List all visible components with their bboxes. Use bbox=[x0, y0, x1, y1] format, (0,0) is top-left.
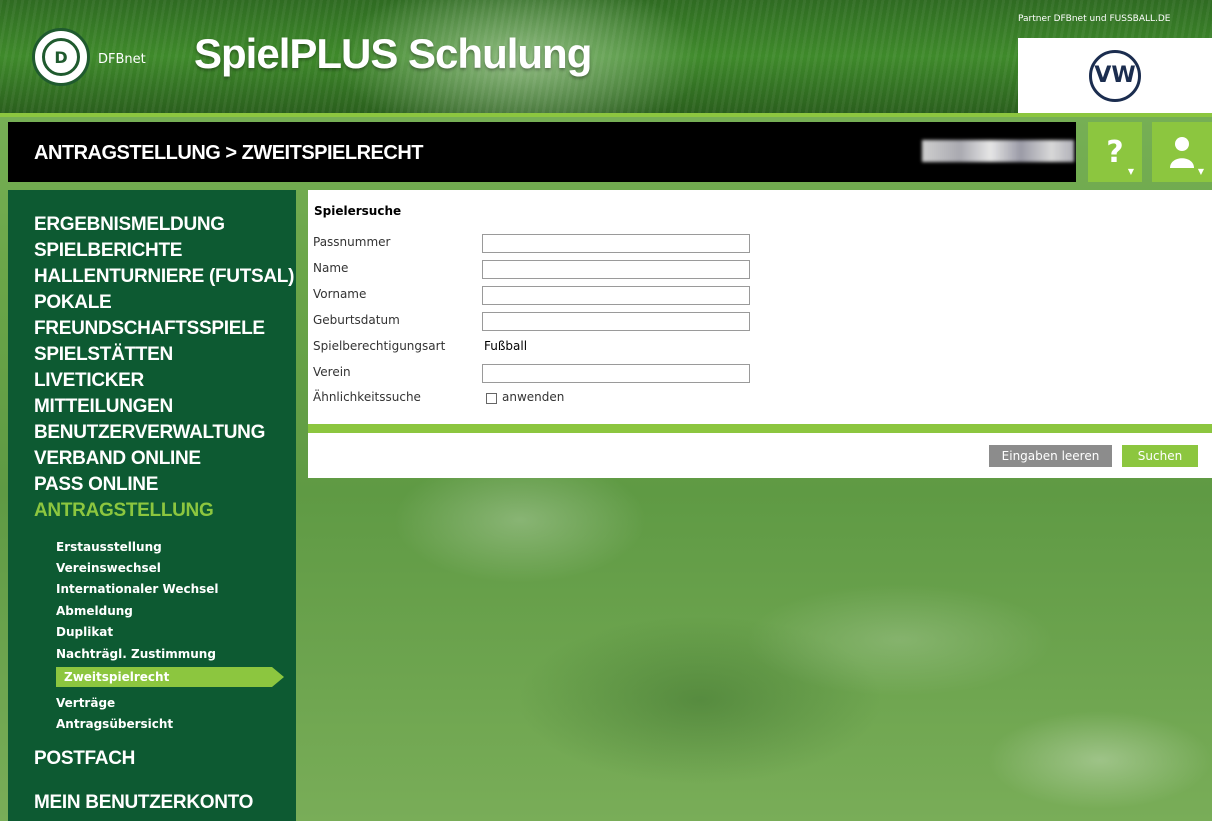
breadcrumb: ANTRAGSTELLUNG > ZWEITSPIELRECHT bbox=[34, 142, 424, 164]
sidebar-item-postfach[interactable]: POSTFACH bbox=[34, 748, 135, 770]
subnav-item-vereinswechsel[interactable]: Vereinswechsel bbox=[56, 561, 161, 575]
vorname-input[interactable] bbox=[482, 286, 750, 305]
help-icon: ? bbox=[1106, 134, 1124, 170]
search-button[interactable]: Suchen bbox=[1122, 445, 1198, 467]
help-button[interactable]: ? ▼ bbox=[1088, 122, 1142, 182]
user-icon bbox=[1170, 137, 1194, 168]
verein-label: Verein bbox=[313, 365, 351, 379]
sidebar-item-pokale[interactable]: POKALE bbox=[34, 292, 112, 314]
vorname-label: Vorname bbox=[313, 287, 367, 301]
sidebar: ERGEBNISMELDUNG SPIELBERICHTE HALLENTURN… bbox=[8, 190, 296, 821]
subnav-item-duplikat[interactable]: Duplikat bbox=[56, 625, 113, 639]
title-bar: ANTRAGSTELLUNG > ZWEITSPIELRECHT bbox=[8, 122, 1076, 182]
name-input[interactable] bbox=[482, 260, 750, 279]
subnav-item-zweitspielrecht[interactable]: Zweitspielrecht bbox=[56, 667, 284, 687]
aehnlichkeitssuche-checkbox[interactable] bbox=[486, 393, 497, 404]
dfb-logo[interactable]: D bbox=[32, 28, 90, 86]
subnav-item-internationaler-wechsel[interactable]: Internationaler Wechsel bbox=[56, 582, 219, 596]
sidebar-item-spielberichte[interactable]: SPIELBERICHTE bbox=[34, 240, 182, 262]
verein-input[interactable] bbox=[482, 364, 750, 383]
sidebar-item-liveticker[interactable]: LIVETICKER bbox=[34, 370, 144, 392]
spielberechtigungsart-value: Fußball bbox=[484, 339, 528, 353]
user-name-redacted bbox=[922, 140, 1074, 162]
sidebar-item-mein-benutzerkonto[interactable]: MEIN BENUTZERKONTO bbox=[34, 792, 253, 814]
sidebar-item-mitteilungen[interactable]: MITTEILUNGEN bbox=[34, 396, 173, 418]
geburtsdatum-input[interactable] bbox=[482, 312, 750, 331]
sidebar-item-pass-online[interactable]: PASS ONLINE bbox=[34, 474, 158, 496]
vw-logo-icon: VW bbox=[1089, 49, 1141, 102]
spielberechtigungsart-label: Spielberechtigungsart bbox=[313, 339, 446, 353]
sidebar-item-freundschaftsspiele[interactable]: FREUNDSCHAFTSSPIELE bbox=[34, 318, 265, 340]
dfb-emblem-icon: D bbox=[42, 38, 80, 76]
form-actions: Eingaben leeren Suchen bbox=[308, 433, 1212, 478]
form-title: Spielersuche bbox=[314, 204, 402, 218]
passnummer-label: Passnummer bbox=[313, 235, 391, 249]
partner-text: Partner DFBnet und FUSSBALL.DE bbox=[1018, 14, 1171, 24]
subnav-item-abmeldung[interactable]: Abmeldung bbox=[56, 604, 133, 618]
chevron-down-icon: ▼ bbox=[1197, 167, 1204, 176]
chevron-down-icon: ▼ bbox=[1127, 167, 1134, 176]
partner-logo-box[interactable]: VW bbox=[1018, 38, 1212, 113]
sidebar-item-benutzerverwaltung[interactable]: BENUTZERVERWALTUNG bbox=[34, 422, 265, 444]
subnav-item-nachtraegl-zustimmung[interactable]: Nachträgl. Zustimmung bbox=[56, 647, 216, 661]
player-search-form: Spielersuche Passnummer Name Vorname Geb… bbox=[308, 190, 1212, 424]
sidebar-item-spielstaetten[interactable]: SPIELSTÄTTEN bbox=[34, 344, 173, 366]
subnav-item-vertraege[interactable]: Verträge bbox=[56, 696, 115, 710]
panel-divider bbox=[308, 424, 1212, 433]
user-menu-button[interactable]: ▼ bbox=[1152, 122, 1212, 182]
app-title: SpielPLUS Schulung bbox=[194, 30, 592, 77]
sidebar-item-hallenturniere[interactable]: HALLENTURNIERE (FUTSAL) bbox=[34, 266, 294, 288]
clear-inputs-button[interactable]: Eingaben leeren bbox=[989, 445, 1112, 467]
subnav-item-antragsuebersicht[interactable]: Antragsübersicht bbox=[56, 717, 173, 731]
geburtsdatum-label: Geburtsdatum bbox=[313, 313, 400, 327]
aehnlichkeitssuche-checkbox-label[interactable]: anwenden bbox=[502, 390, 564, 404]
header-banner: D DFBnet SpielPLUS Schulung Partner DFBn… bbox=[0, 0, 1212, 117]
sidebar-item-verband-online[interactable]: VERBAND ONLINE bbox=[34, 448, 201, 470]
aehnlichkeitssuche-label: Ähnlichkeitssuche bbox=[313, 390, 421, 404]
subnav-item-erstausstellung[interactable]: Erstausstellung bbox=[56, 540, 162, 554]
brand-name: DFBnet bbox=[98, 52, 146, 67]
passnummer-input[interactable] bbox=[482, 234, 750, 253]
sidebar-item-ergebnismeldung[interactable]: ERGEBNISMELDUNG bbox=[34, 214, 225, 236]
name-label: Name bbox=[313, 261, 349, 275]
sidebar-item-antragstellung[interactable]: ANTRAGSTELLUNG bbox=[34, 500, 214, 522]
